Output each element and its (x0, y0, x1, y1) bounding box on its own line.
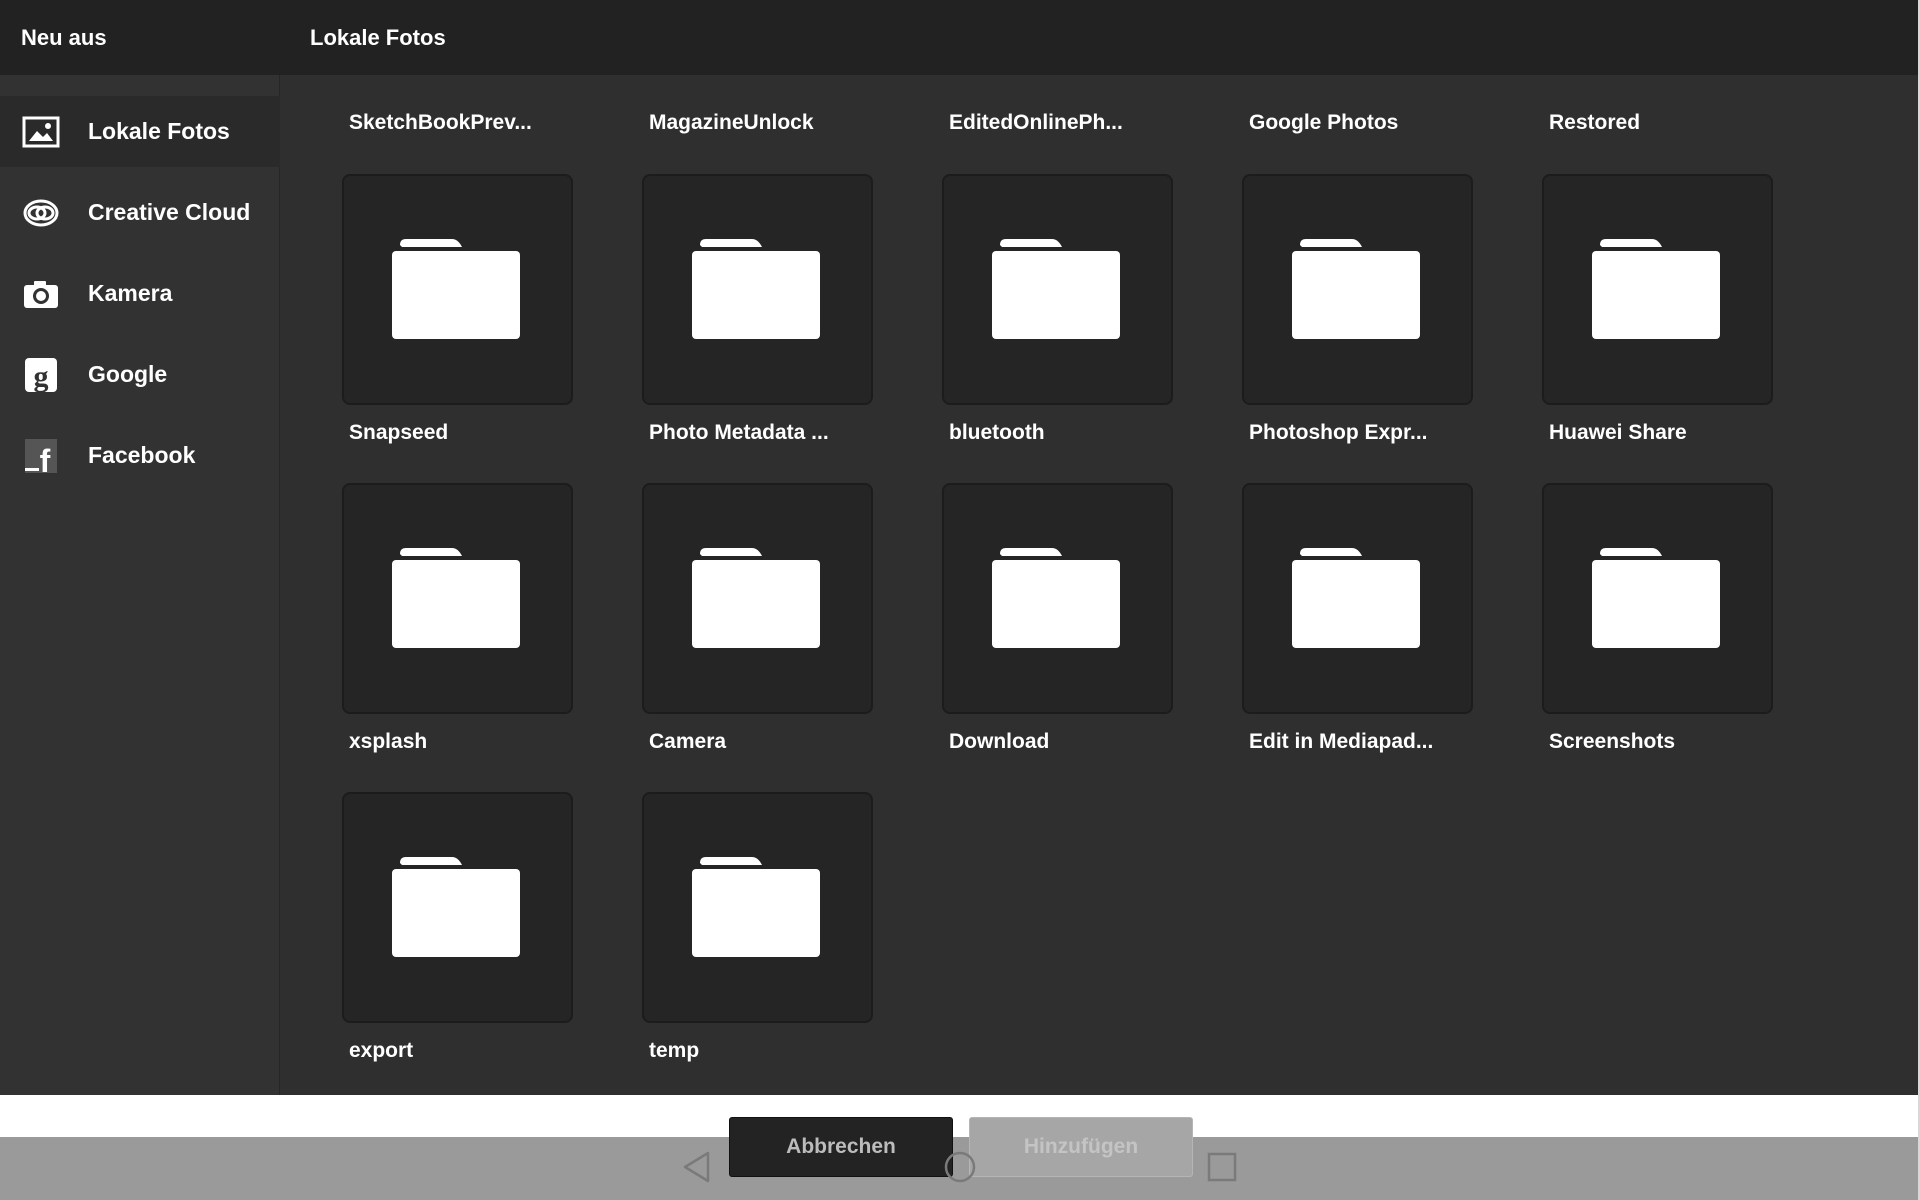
folder-label: Snapseed (349, 421, 449, 444)
camera-icon (22, 275, 60, 313)
folder-thumbnail[interactable] (1242, 174, 1473, 405)
sidebar-item-creative-cloud[interactable]: Creative Cloud (0, 177, 280, 248)
folder-tile[interactable]: Screenshots (1542, 483, 1773, 753)
folder-label[interactable]: SketchBookPrev... (349, 111, 532, 135)
folder-thumbnail[interactable] (342, 792, 573, 1023)
folder-icon (1592, 548, 1720, 648)
folder-label: Download (949, 730, 1050, 753)
folder-label: Screenshots (1549, 730, 1676, 753)
folder-icon (1292, 548, 1420, 648)
sidebar-item-label: Google (88, 361, 168, 387)
folder-tile[interactable]: Download (942, 483, 1173, 753)
folder-label[interactable]: MagazineUnlock (649, 111, 814, 135)
folder-label[interactable]: Google Photos (1249, 111, 1398, 135)
folder-icon (392, 857, 520, 957)
facebook-icon: f (22, 437, 60, 475)
sidebar: Lokale Fotos Creative Cloud Kamera g Goo… (0, 75, 280, 1095)
folder-icon (692, 548, 820, 648)
folder-thumbnail[interactable] (642, 792, 873, 1023)
folder-icon (992, 548, 1120, 648)
google-icon: g (22, 356, 60, 394)
folder-thumbnail[interactable] (1542, 174, 1773, 405)
header-bar: Neu aus Lokale Fotos (0, 0, 1920, 75)
folder-label: xsplash (349, 730, 428, 753)
action-bar (0, 1095, 1920, 1137)
sidebar-item-label: Facebook (88, 442, 196, 468)
folder-label: Photoshop Expr... (1249, 421, 1428, 444)
folder-thumbnail[interactable] (342, 174, 573, 405)
sidebar-item-label: Creative Cloud (88, 199, 251, 225)
folder-icon (392, 548, 520, 648)
folder-thumbnail[interactable] (942, 483, 1173, 714)
folder-label: Huawei Share (1549, 421, 1687, 444)
folder-label: Photo Metadata ... (649, 421, 829, 444)
folder-thumbnail[interactable] (642, 483, 873, 714)
sidebar-item-lokale-fotos[interactable]: Lokale Fotos (0, 96, 280, 167)
cancel-button[interactable]: Abbrechen (729, 1117, 953, 1177)
folder-label: export (349, 1039, 414, 1062)
app-window: Neu aus Lokale Fotos Lokale Fotos Creati… (0, 0, 1920, 1095)
folder-label: temp (649, 1039, 700, 1062)
dialog-title: Neu aus (21, 25, 107, 50)
home-icon[interactable] (943, 1150, 977, 1184)
folder-label: bluetooth (949, 421, 1045, 444)
folder-thumbnail[interactable] (342, 483, 573, 714)
image-icon (22, 113, 60, 151)
folder-label: Edit in Mediapad... (1249, 730, 1434, 753)
svg-text:f: f (40, 443, 51, 474)
folder-thumbnail[interactable] (1542, 483, 1773, 714)
folder-icon (692, 857, 820, 957)
folder-tile[interactable]: xsplash (342, 483, 573, 753)
sidebar-item-facebook[interactable]: f Facebook (0, 420, 280, 491)
folder-label[interactable]: Restored (1549, 111, 1640, 135)
sidebar-item-google[interactable]: g Google (0, 339, 280, 410)
folder-icon (392, 239, 520, 339)
creative-cloud-icon (22, 194, 60, 232)
folder-grid: SketchBookPrev... MagazineUnlock EditedO… (281, 75, 1920, 1095)
folder-label: Camera (649, 730, 727, 753)
section-title: Lokale Fotos (310, 25, 446, 50)
folder-thumbnail[interactable] (1242, 483, 1473, 714)
folder-tile[interactable]: temp (642, 792, 873, 1062)
folder-tile[interactable]: Photo Metadata ... (642, 174, 873, 444)
svg-text:g: g (34, 360, 49, 393)
folder-thumbnail[interactable] (642, 174, 873, 405)
folder-icon (1292, 239, 1420, 339)
sidebar-item-label: Kamera (88, 280, 173, 306)
folder-tile[interactable]: bluetooth (942, 174, 1173, 444)
folder-tile[interactable]: Photoshop Expr... (1242, 174, 1473, 444)
folder-tile[interactable]: Edit in Mediapad... (1242, 483, 1473, 753)
folder-icon (992, 239, 1120, 339)
folder-label[interactable]: EditedOnlinePh... (949, 111, 1123, 135)
folder-tile[interactable]: Snapseed (342, 174, 573, 444)
sidebar-item-label: Lokale Fotos (88, 118, 230, 144)
folder-icon (1592, 239, 1720, 339)
folder-icon (692, 239, 820, 339)
folder-tile[interactable]: Camera (642, 483, 873, 753)
folder-tile[interactable]: export (342, 792, 573, 1062)
folder-tile[interactable]: Huawei Share (1542, 174, 1773, 444)
add-button[interactable]: Hinzufügen (969, 1117, 1193, 1177)
sidebar-item-kamera[interactable]: Kamera (0, 258, 280, 329)
folder-thumbnail[interactable] (942, 174, 1173, 405)
back-icon[interactable] (680, 1150, 714, 1184)
recents-icon[interactable] (1205, 1150, 1239, 1184)
